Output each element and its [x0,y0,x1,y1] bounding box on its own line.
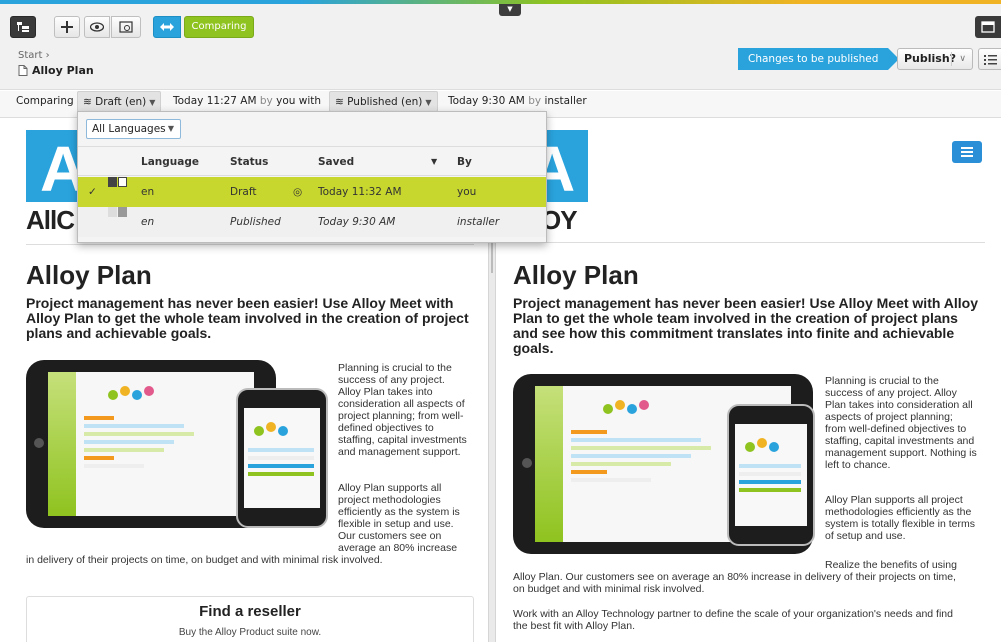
left-version-label: Draft (en) [95,96,147,108]
tree-icon [17,22,29,32]
right-preview-pane: A OY Alloy Plan Project management has n… [495,118,1001,642]
article-lead: Project management has never been easier… [513,295,979,356]
site-menu-button[interactable] [952,141,982,163]
versions-icon: ≋ [335,96,344,108]
paragraph-planning: Planning is crucial to the success of any… [825,375,977,471]
left-time: Today 11:27 AM [173,95,257,107]
by-text: by [259,95,273,107]
side-panel-button[interactable] [975,16,1001,38]
breadcrumb-start[interactable]: Start [18,50,42,61]
view-icon [119,21,133,33]
reseller-subtitle: Buy the Alloy Product suite now. [178,627,322,638]
versions-icon: ≋ [83,96,92,108]
paragraph-methodologies: Alloy Plan supports all project methodolo… [825,494,975,542]
sort-desc-icon[interactable]: ▼ [431,147,437,177]
row-by: installer [457,216,500,228]
col-saved[interactable]: Saved [318,147,354,177]
left-version-info: Today 11:27 AM by you with [173,91,321,111]
row-status: Published [230,216,281,228]
caret-down-icon: ▼ [149,98,156,107]
page-icon [18,65,28,76]
publish-button[interactable]: Publish? ∨ [897,48,973,70]
options-list-button[interactable] [978,48,1001,70]
language-flag-icon [108,177,128,187]
changes-status-badge: Changes to be published [738,48,899,70]
phone-illustration [727,404,815,546]
caret-down-icon: ▼ [167,124,174,133]
article-title: Alloy Plan [513,260,639,290]
view-settings-button[interactable] [111,16,141,38]
page-title: Alloy Plan [18,64,94,77]
row-language: en [141,216,155,228]
publish-label: Publish? [904,52,957,65]
language-filter-select[interactable]: All Languages ▼ [86,119,181,139]
caret-down-icon: ▼ [507,5,513,13]
preview-button[interactable] [84,16,110,38]
add-button[interactable] [54,16,80,38]
breadcrumb[interactable]: Start › [18,50,50,61]
row-saved: Today 9:30 AM [318,216,396,228]
panel-icon [981,21,995,33]
row-by: you [457,186,477,198]
plus-icon [61,21,73,33]
version-row[interactable]: ✓ en Draft ◎ Today 11:32 AM you [78,177,546,207]
paragraph-benefits-head: Realize the benefits of using [825,559,957,571]
chevron-right-icon: › [45,50,50,61]
comparing-mode-label[interactable]: Comparing [184,16,254,38]
row-status: Draft [230,186,257,198]
col-by[interactable]: By [457,147,472,177]
primary-draft-icon: ◎ [293,186,303,198]
article-lead: Project management has never been easier… [26,295,469,341]
left-version-select[interactable]: ≋ Draft (en) ▼ [77,91,162,112]
logo-wordmark: AllC [26,205,75,235]
language-flag-icon [108,207,128,217]
right-version-select[interactable]: ≋ Published (en) ▼ [329,91,438,112]
compare-label: Comparing [16,95,74,107]
row-saved: Today 11:32 AM [318,186,402,198]
col-status[interactable]: Status [230,147,268,177]
with-text: with [298,95,322,107]
right-time: Today 9:30 AM [448,95,525,107]
paragraph-tail: in delivery of their projects on time, o… [26,554,383,566]
caret-down-icon: ▼ [425,98,432,107]
right-version-label: Published (en) [347,96,423,108]
reseller-box[interactable]: Find a reseller Buy the Alloy Product su… [26,596,474,642]
eye-icon [90,22,104,32]
list-icon [984,55,997,65]
collapse-toolbar-toggle[interactable]: ▼ [499,4,521,16]
phone-illustration [236,388,328,528]
left-author: you [276,95,296,107]
paragraph-methodologies: Alloy Plan supports all project methodolo… [338,482,460,554]
col-language[interactable]: Language [141,147,199,177]
reseller-title: Find a reseller [199,603,301,620]
article-title: Alloy Plan [26,260,152,290]
compare-toggle-button[interactable] [153,16,181,38]
right-author: installer [544,95,587,107]
version-table-header: Language Status Saved ▼ By [78,146,546,176]
row-language: en [141,186,155,198]
page-tree-button[interactable] [10,16,36,38]
version-row[interactable]: en Published Today 9:30 AM installer [78,207,546,237]
version-dropdown: All Languages ▼ Language Status Saved ▼ … [77,111,547,243]
toolbar: Comparing Start › Alloy Plan Changes to … [0,4,1001,90]
language-filter-value: All Languages [92,123,166,135]
compare-arrows-icon [160,23,174,31]
right-version-info: Today 9:30 AM by installer [448,91,587,111]
page-title-text: Alloy Plan [32,64,94,77]
paragraph-benefits: Alloy Plan. Our customers see on average… [513,571,956,595]
paragraph-planning: Planning is crucial to the success of any… [338,362,467,458]
chevron-down-icon: ∨ [959,54,966,64]
paragraph-partner: Work with an Alloy Technology partner to… [513,608,953,632]
checkmark-icon: ✓ [88,186,97,198]
by-text: by [528,95,542,107]
